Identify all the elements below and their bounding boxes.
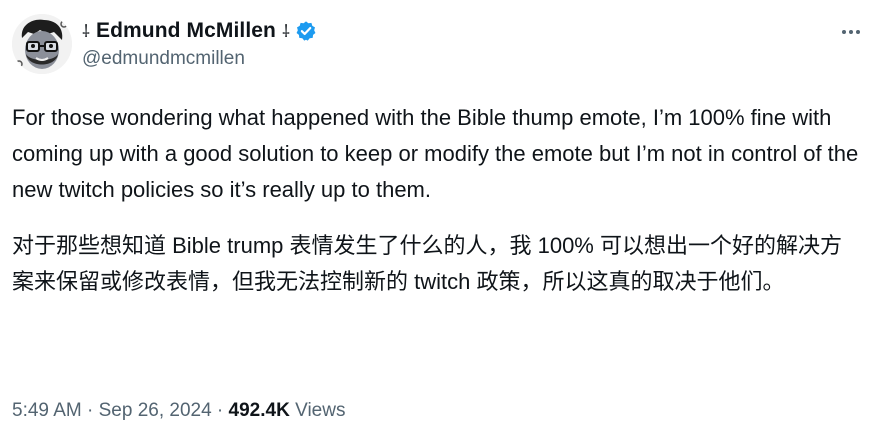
tweet-header: ⸸ Edmund McMillen ⸸ @edmundmcmillen <box>12 14 867 80</box>
author-name-row[interactable]: ⸸ Edmund McMillen ⸸ <box>82 18 317 44</box>
author-block: ⸸ Edmund McMillen ⸸ @edmundmcmillen <box>82 18 317 70</box>
author-display-name[interactable]: Edmund McMillen <box>96 19 276 43</box>
tweet-time[interactable]: 5:49 AM <box>12 400 82 421</box>
name-suffix-symbol: ⸸ <box>281 21 290 41</box>
avatar[interactable] <box>12 14 72 74</box>
tweet-text: For those wondering what happened with t… <box>12 100 862 300</box>
more-dots-icon[interactable] <box>839 20 863 44</box>
tweet-meta: 5:49 AM · Sep 26, 2024 · 492.4K Views <box>12 400 345 422</box>
meta-separator-2: · <box>211 400 229 421</box>
author-handle[interactable]: @edmundmcmillen <box>82 48 317 70</box>
tweet-text-english: For those wondering what happened with t… <box>12 105 859 202</box>
meta-separator: · <box>81 400 99 421</box>
avatar-image <box>12 14 72 74</box>
name-prefix-symbol: ⸸ <box>82 21 90 41</box>
views-label: Views <box>295 400 346 421</box>
tweet-text-chinese: 对于那些想知道 Bible trump 表情发生了什么的人，我 100% 可以想… <box>12 233 842 294</box>
views-count[interactable]: 492.4K <box>229 400 290 421</box>
verified-badge-icon[interactable] <box>295 20 317 42</box>
tweet-date[interactable]: Sep 26, 2024 <box>99 400 212 421</box>
